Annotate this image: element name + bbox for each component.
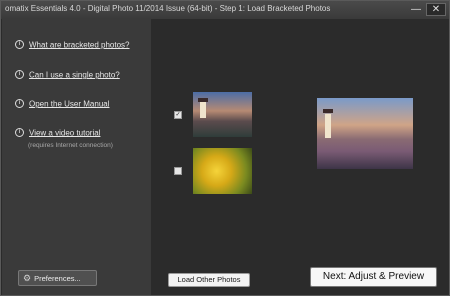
preferences-button[interactable]: ⚙ Preferences... (18, 270, 97, 286)
lighthouse-lantern (323, 109, 333, 113)
help-link-single-photo[interactable]: i Can I use a single photo? (15, 70, 120, 80)
help-link-video-tutorial[interactable]: i View a video tutorial (15, 128, 100, 138)
next-adjust-preview-button[interactable]: Next: Adjust & Preview (310, 267, 437, 287)
title-bar[interactable]: omatix Essentials 4.0 - Digital Photo 11… (1, 1, 449, 19)
help-link-bracketed-photos[interactable]: i What are bracketed photos? (15, 40, 130, 50)
photo-1-thumbnail[interactable] (193, 92, 252, 137)
photo-2-checkbox[interactable] (174, 167, 182, 175)
preferences-label: Preferences... (34, 274, 81, 283)
lighthouse-shape (325, 114, 331, 138)
window-title: omatix Essentials 4.0 - Digital Photo 11… (5, 4, 331, 13)
close-button[interactable]: ✕ (426, 3, 446, 16)
info-icon: i (15, 128, 24, 138)
photo-2-thumbnail[interactable] (193, 148, 252, 194)
info-icon: i (15, 99, 24, 109)
photo-1-checkbox[interactable]: ✓ (174, 111, 182, 119)
lighthouse-shape (200, 102, 206, 118)
app-window: omatix Essentials 4.0 - Digital Photo 11… (0, 0, 450, 296)
help-link-user-manual[interactable]: i Open the User Manual (15, 99, 110, 109)
video-tutorial-note: (requires Internet connection) (28, 142, 113, 149)
help-link-label[interactable]: View a video tutorial (29, 128, 100, 137)
help-link-label[interactable]: What are bracketed photos? (29, 40, 130, 49)
help-link-label[interactable]: Open the User Manual (29, 99, 110, 108)
load-other-photos-button[interactable]: Load Other Photos (168, 273, 250, 287)
help-link-label[interactable]: Can I use a single photo? (29, 70, 120, 79)
minimize-button[interactable]: — (409, 3, 423, 16)
lighthouse-lantern (198, 98, 208, 102)
info-icon: i (15, 40, 24, 50)
info-icon: i (15, 70, 24, 80)
hdr-preview-image (317, 98, 413, 169)
gear-icon: ⚙ (23, 273, 32, 283)
help-sidebar (2, 19, 151, 295)
